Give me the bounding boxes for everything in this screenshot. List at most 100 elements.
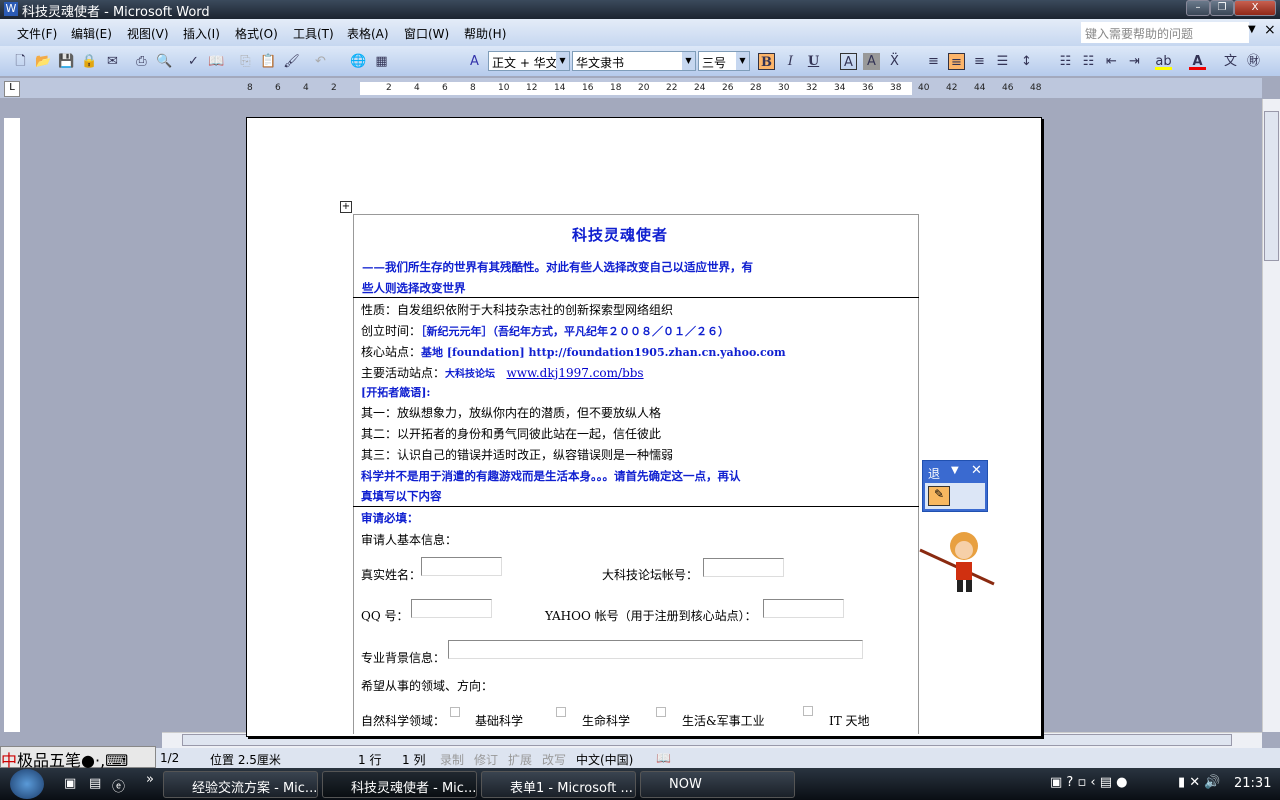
new-icon[interactable]: 🗋 <box>12 53 29 70</box>
overtype-toggle[interactable]: 改写 <box>542 751 566 768</box>
char-scale-icon[interactable]: Ẍ <box>886 53 903 70</box>
underline-button[interactable]: U <box>805 53 822 70</box>
menu-insert[interactable]: 插入(I) <box>183 25 220 42</box>
task-word-doc-active[interactable]: 科技灵魂使者 - Mic... <box>322 771 477 798</box>
char-border-icon[interactable]: A <box>840 53 857 70</box>
close-button[interactable]: X <box>1234 0 1276 16</box>
forum-account-input[interactable] <box>703 558 784 577</box>
tray-icons[interactable]: ▣ ? ▫ ‹ ▤ ● <box>1050 775 1127 790</box>
core-site-label: 核心站点： <box>361 345 422 359</box>
battery-network-volume-icons[interactable]: ▮ ✕ 🔊 <box>1178 775 1221 790</box>
copy-icon[interactable]: ⎘ <box>237 53 254 70</box>
forum-link[interactable]: www.dkj1997.com/bbs <box>506 366 643 380</box>
print-icon[interactable]: ⎙ <box>133 53 150 70</box>
start-button[interactable] <box>10 769 44 799</box>
menu-table[interactable]: 表格(A) <box>347 25 389 42</box>
help-close-button[interactable]: × <box>1264 22 1276 38</box>
ie-icon[interactable]: ⓔ <box>112 776 125 795</box>
paste-icon[interactable]: 📋 <box>260 53 277 70</box>
open-icon[interactable]: 📂 <box>35 53 52 70</box>
task-folder-now[interactable]: NOW <box>640 771 795 798</box>
extend-toggle[interactable]: 扩展 <box>508 751 532 768</box>
permission-icon[interactable]: 🔒 <box>81 53 98 70</box>
print-preview-icon[interactable]: 🔍 <box>156 53 173 70</box>
help-dropdown-icon[interactable]: ▼ <box>1248 24 1256 35</box>
exit-design-mode-icon[interactable]: ✎ <box>928 486 950 506</box>
decrease-indent-icon[interactable]: ⇤ <box>1103 53 1120 70</box>
numbering-icon[interactable]: ☷ <box>1057 53 1074 70</box>
table-icon[interactable]: ▦ <box>373 53 390 70</box>
phonetic-guide-icon[interactable]: 文 <box>1222 53 1239 70</box>
science-line1: 科学并不是用于消遣的有趣游戏而是生活本身。。。请首先确定这一点，再认 <box>361 469 741 483</box>
record-toggle[interactable]: 录制 <box>440 751 464 768</box>
menu-help[interactable]: 帮助(H) <box>464 25 506 42</box>
qq-input[interactable] <box>411 599 492 618</box>
office-assistant-monkey[interactable] <box>918 528 996 594</box>
scroll-thumb[interactable] <box>1264 111 1279 261</box>
font-size-select[interactable]: 三号 ▼ <box>698 51 750 71</box>
align-justify-icon[interactable]: ≡ <box>925 53 942 70</box>
vertical-scrollbar[interactable] <box>1262 99 1280 732</box>
close-icon[interactable]: ✕ <box>971 463 982 478</box>
track-changes-toggle[interactable]: 修订 <box>474 751 498 768</box>
line-spacing-icon[interactable]: ↕ <box>1018 53 1035 70</box>
research-icon[interactable]: 📖 <box>208 53 225 70</box>
menu-format[interactable]: 格式(O) <box>235 25 278 42</box>
task-form[interactable]: 表单1 - Microsoft ... <box>481 771 636 798</box>
show-desktop-icon[interactable]: ▣ <box>64 776 76 791</box>
font-select[interactable]: 华文隶书 ▼ <box>572 51 696 71</box>
table-row-divider <box>353 297 919 298</box>
menu-window[interactable]: 窗口(W) <box>404 25 449 42</box>
enclosed-char-icon[interactable]: ㊖ <box>1245 53 1262 70</box>
checkbox-it[interactable] <box>803 706 813 716</box>
menu-view[interactable]: 视图(V) <box>127 25 169 42</box>
checkbox-military-industry[interactable] <box>656 707 666 717</box>
email-icon[interactable]: ✉ <box>104 53 121 70</box>
checkbox-basic-science[interactable] <box>450 707 460 717</box>
chevron-down-icon[interactable]: ▼ <box>951 465 959 476</box>
font-color-icon[interactable]: A <box>1189 53 1206 70</box>
menu-file[interactable]: 文件(F) <box>17 25 57 42</box>
tab-selector-icon[interactable]: L <box>4 81 20 97</box>
ruler-tick-label: 10 <box>498 83 510 93</box>
align-center-icon[interactable]: ≡ <box>948 53 965 70</box>
undo-icon[interactable]: ↶ <box>312 53 329 70</box>
bullets-icon[interactable]: ☷ <box>1080 53 1097 70</box>
menu-tools[interactable]: 工具(T) <box>293 25 334 42</box>
minimize-button[interactable]: – <box>1186 0 1210 16</box>
realname-input[interactable] <box>421 557 502 576</box>
menu-edit[interactable]: 编辑(E) <box>71 25 112 42</box>
distributed-icon[interactable]: ☰ <box>994 53 1011 70</box>
motto-2: 其二：以开拓者的身份和勇气同彼此站在一起，信任彼此 <box>361 427 662 441</box>
help-search-input[interactable]: 键入需要帮助的问题 <box>1081 22 1249 43</box>
checkbox-life-science[interactable] <box>556 707 566 717</box>
ruler-tick-label: 14 <box>554 83 566 93</box>
align-right-icon[interactable]: ≡ <box>971 53 988 70</box>
floating-toolbar[interactable]: 退 ▼ ✕ ✎ <box>922 460 988 512</box>
ime-bar[interactable]: 中极品五笔●·,⌨ <box>0 746 156 770</box>
option-basic-science: 基础科学 <box>475 714 524 728</box>
clock[interactable]: 21:31 <box>1234 776 1271 791</box>
increase-indent-icon[interactable]: ⇥ <box>1126 53 1143 70</box>
background-input[interactable] <box>448 640 863 659</box>
switch-windows-icon[interactable]: ▤ <box>89 776 101 791</box>
wish-label: 希望从事的领域、方向： <box>361 679 494 693</box>
table-move-handle-icon[interactable]: + <box>340 201 352 213</box>
spelling-icon[interactable]: ✓ <box>185 53 202 70</box>
quicklaunch-more-icon[interactable]: » <box>146 772 154 787</box>
bold-button[interactable]: B <box>758 53 775 70</box>
format-painter-icon[interactable]: 🖌 <box>283 53 300 70</box>
style-select[interactable]: 正文 + 华文 ▼ <box>488 51 570 71</box>
styles-icon[interactable]: A <box>466 53 483 70</box>
yahoo-input[interactable] <box>763 599 844 618</box>
spelling-status-icon[interactable]: 📖 <box>656 751 671 765</box>
vertical-ruler[interactable] <box>4 118 20 732</box>
restore-button[interactable]: ❐ <box>1210 0 1234 16</box>
main-site-label: 主要活动站点： <box>361 366 446 380</box>
hyperlink-icon[interactable]: 🌐 <box>350 53 367 70</box>
italic-button[interactable]: I <box>782 53 799 70</box>
task-word-doc-1[interactable]: 经验交流方案 - Mic... <box>163 771 318 798</box>
save-icon[interactable]: 💾 <box>58 53 75 70</box>
char-shading-icon[interactable]: A <box>863 53 880 70</box>
highlight-icon[interactable]: ab <box>1155 53 1172 70</box>
